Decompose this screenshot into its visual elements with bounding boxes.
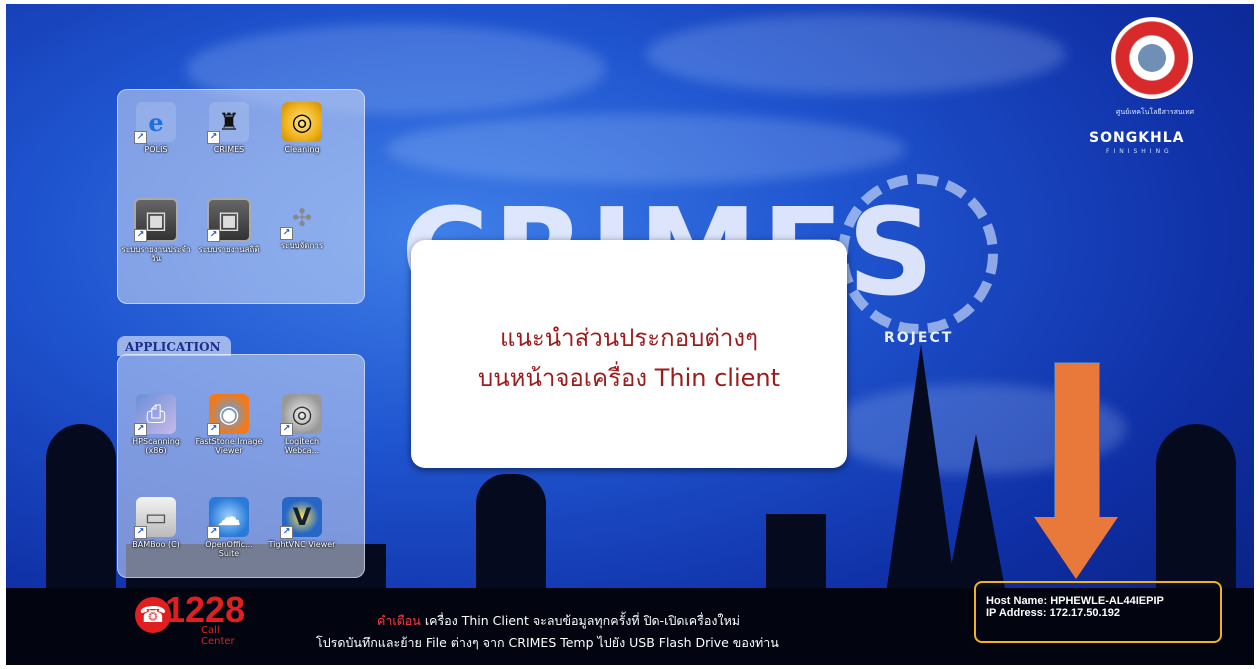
openoffice-icon: ☁ ↗	[207, 497, 249, 539]
cleaning-disc-icon: ◎	[282, 102, 322, 142]
host-info-box: Host Name: HPHEWLE-AL44IEPIP IP Address:…	[974, 581, 1222, 643]
app-window-icon: ▣ ↗	[207, 198, 251, 242]
shortcut-label: ระบบจัดการ	[280, 241, 324, 250]
shortcut-label: ระบบรายงานประจำวัน	[121, 245, 191, 263]
popup-line-2: บนหน้าจอเครื่อง Thin client	[477, 364, 781, 392]
call-center-label: Call Center	[201, 625, 235, 647]
temple-silhouette	[766, 514, 826, 594]
cloud	[386, 114, 906, 184]
thin-client-notice: คำเตือน เครื่อง Thin Client จะลบข้อมูลทุ…	[316, 610, 937, 650]
shortcut-management[interactable]: ✣ ↗ ระบบจัดการ	[267, 198, 337, 250]
shortcut-label: POLIS	[144, 145, 168, 154]
shortcut-crimes[interactable]: ♜ ↗ CRIMES	[194, 102, 264, 154]
host-name-row: Host Name: HPHEWLE-AL44IEPIP	[986, 595, 1220, 607]
drive-icon: ▭ ↗	[134, 497, 176, 539]
songkhla-logo: SONGKHLA	[1089, 130, 1185, 146]
project-label-right: ROJECT	[884, 330, 954, 346]
seal-core	[1138, 44, 1166, 72]
webcam-icon: ◎ ↗	[280, 394, 322, 436]
down-arrow-icon	[1034, 517, 1118, 579]
shortcut-drive[interactable]: ▭ ↗ BAMBoo (C)	[121, 497, 191, 549]
shortcut-label: Cleaning	[284, 145, 320, 154]
app-window-icon: ▣ ↗	[134, 198, 178, 242]
songkhla-sub: FINISHING	[1106, 148, 1173, 155]
application-panel-title: APPLICATION	[117, 336, 231, 356]
shortcut-cleaning[interactable]: ◎ Cleaning	[267, 102, 337, 154]
vnc-icon: V ↗	[280, 497, 322, 539]
shortcut-daily-report[interactable]: ▣ ↗ ระบบรายงานประจำวัน	[121, 198, 191, 263]
host-name-label: Host Name:	[986, 595, 1048, 607]
police-seal-icon	[1111, 17, 1193, 99]
shortcut-faststone[interactable]: ◉ ↗ FastStone Image Viewer	[194, 394, 264, 455]
brand-ring-icon	[838, 174, 998, 334]
buddha-silhouette	[46, 424, 116, 594]
ip-address-row: IP Address: 172.17.50.192	[986, 607, 1220, 619]
shortcut-statistics[interactable]: ▣ ↗ ระบบรายงานสถิติ	[194, 198, 264, 254]
shortcut-hpscanning[interactable]: ⎙ ↗ HPScanning (x86)	[121, 394, 191, 455]
shortcut-label: TightVNC Viewer	[268, 540, 336, 549]
shortcut-logitech[interactable]: ◎ ↗ Logitech Webca...	[267, 394, 337, 455]
host-name-value: HPHEWLE-AL44IEPIP	[1050, 595, 1164, 607]
popup-line-1: แนะนำส่วนประกอบต่างๆ	[499, 324, 759, 352]
ip-address-value: 172.17.50.192	[1049, 607, 1120, 619]
network-icon: ✣ ↗	[280, 198, 322, 240]
seal-caption: ศูนย์เทคโนโลยีสารสนเทศ	[1115, 108, 1195, 116]
notice-line-1: เครื่อง Thin Client จะลบข้อมูลทุกครั้งที…	[424, 613, 741, 628]
pointer-arrow-shaft	[1054, 362, 1100, 520]
statue-silhouette	[476, 474, 546, 594]
gis-person-icon: ♜ ↗	[207, 102, 249, 144]
shortcut-label: BAMBoo (C)	[132, 540, 180, 549]
notice-line-2: โปรดบันทึกและย้าย File ต่างๆ จาก CRIMES …	[316, 635, 779, 650]
shortcut-label: Logitech Webca...	[284, 437, 320, 455]
scanner-icon: ⎙ ↗	[134, 394, 176, 436]
shortcut-tightvnc[interactable]: V ↗ TightVNC Viewer	[267, 497, 337, 549]
cloud	[646, 14, 1066, 94]
shortcut-label: OpenOffic... Suite	[205, 540, 253, 558]
shortcut-polis[interactable]: e ↗ POLIS	[121, 102, 191, 154]
faststone-eye-icon: ◉ ↗	[207, 394, 249, 436]
shortcut-label: ระบบรายงานสถิติ	[198, 245, 260, 254]
intro-popup: แนะนำส่วนประกอบต่างๆ บนหน้าจอเครื่อง Thi…	[411, 240, 847, 468]
shortcut-label: CRIMES	[213, 145, 245, 154]
warning-label: คำเตือน	[377, 613, 421, 628]
shortcut-label: HPScanning (x86)	[132, 437, 180, 455]
shortcut-label: FastStone Image Viewer	[195, 437, 263, 455]
shortcut-openoffice[interactable]: ☁ ↗ OpenOffic... Suite	[194, 497, 264, 558]
internet-explorer-icon: e ↗	[134, 102, 176, 144]
ip-address-label: IP Address:	[986, 607, 1047, 619]
giant-statue-silhouette	[1156, 424, 1236, 594]
